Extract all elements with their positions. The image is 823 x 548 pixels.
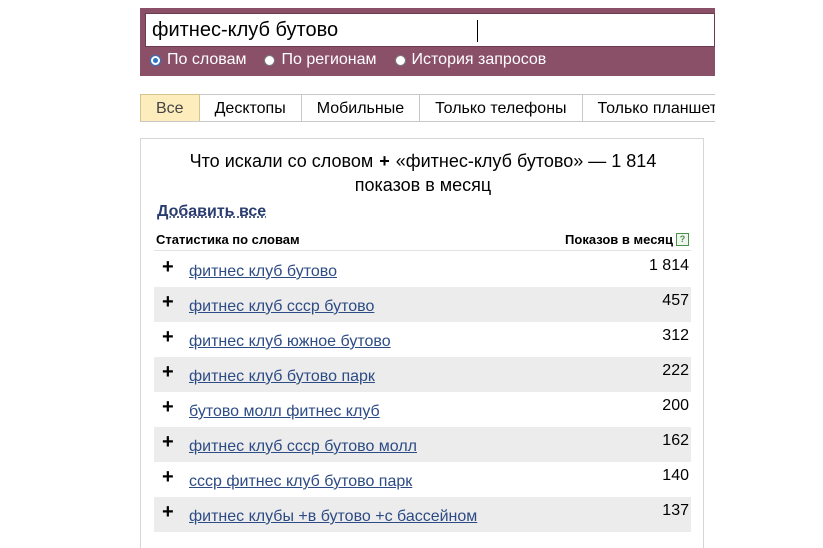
impressions-count: 200 <box>662 397 689 414</box>
headline-text-after: «фитнес-клуб бутово» — 1 814 <box>395 151 657 171</box>
headline-plus-icon: + <box>379 151 390 171</box>
phrase-link[interactable]: фитнес клуб бутово парк <box>189 368 375 386</box>
impressions-count: 137 <box>662 502 689 519</box>
column-header-shows-label: Показов в месяц <box>565 232 673 247</box>
phrase-link[interactable]: фитнес клуб ссср бутово молл <box>189 438 417 456</box>
phrase-link[interactable]: бутово молл фитнес клуб <box>189 403 380 421</box>
table-row: + ссср фитнес клуб бутово парк 140 <box>154 462 691 497</box>
impressions-count: 1 814 <box>648 257 689 274</box>
add-phrase-plus-icon[interactable]: + <box>162 361 174 384</box>
table-row: + фитнес клуб ссср бутово 457 <box>154 287 691 322</box>
table-row: + бутово молл фитнес клуб 200 <box>154 392 691 427</box>
phrase-link[interactable]: фитнес клуб бутово <box>189 263 337 281</box>
radio-by-words[interactable] <box>150 54 161 66</box>
impressions-count: 140 <box>662 467 689 484</box>
tab-tablets-only[interactable]: Только планшеты <box>582 94 715 121</box>
mode-history-label: История запросов <box>411 51 547 68</box>
table-row: + фитнес клуб южное бутово 312 <box>154 322 691 357</box>
table-row: + фитнес клуб ссср бутово молл 162 <box>154 427 691 462</box>
headline-line2: показов в месяц <box>354 175 492 195</box>
add-phrase-plus-icon[interactable]: + <box>162 466 174 489</box>
impressions-count: 222 <box>662 362 689 379</box>
headline-text-before: Что искали со словом <box>189 151 374 171</box>
results-headline: Что искали со словом + «фитнес-клуб бутово… <box>141 149 705 197</box>
impressions-count: 312 <box>662 327 689 344</box>
phrase-link[interactable]: ссср фитнес клуб бутово парк <box>189 473 412 491</box>
tab-desktops[interactable]: Десктопы <box>199 94 302 121</box>
add-all-link[interactable]: Добавить все <box>157 203 266 221</box>
header-divider <box>154 250 691 251</box>
radio-history[interactable] <box>394 54 406 66</box>
impressions-count: 162 <box>662 432 689 449</box>
phrase-link[interactable]: фитнес клуб ссср бутово <box>189 298 374 316</box>
tab-all[interactable]: Все <box>140 94 200 121</box>
add-phrase-plus-icon[interactable]: + <box>162 431 174 454</box>
add-phrase-plus-icon[interactable]: + <box>162 326 174 349</box>
phrase-link[interactable]: фитнес клуб южное бутово <box>189 333 391 351</box>
table-row: + фитнес клубы +в бутово +с бассейном 13… <box>154 497 691 532</box>
add-phrase-plus-icon[interactable]: + <box>162 501 174 524</box>
radio-by-regions[interactable] <box>264 54 276 66</box>
device-tabs: Все Десктопы Мобильные Только телефоны Т… <box>140 94 715 122</box>
impressions-count: 457 <box>662 292 689 309</box>
add-phrase-plus-icon[interactable]: + <box>162 291 174 314</box>
column-header-words: Статистика по словам <box>156 232 300 247</box>
tab-mobile[interactable]: Мобильные <box>301 94 421 121</box>
mode-by-regions-label: По регионам <box>281 51 377 68</box>
search-panel: По словам По регионам История запросов <box>140 8 715 76</box>
search-mode-group: По словам По регионам История запросов <box>150 49 564 71</box>
table-row: + фитнес клуб бутово парк 222 <box>154 357 691 392</box>
mode-by-regions[interactable]: По регионам <box>264 51 377 69</box>
help-icon[interactable]: ? <box>676 233 689 246</box>
results-panel: Что искали со словом + «фитнес-клуб бутово… <box>140 138 704 548</box>
column-header-shows: Показов в месяц ? <box>565 232 689 247</box>
search-input[interactable] <box>145 13 715 47</box>
results-table: + фитнес клуб бутово 1 814 + фитнес клуб… <box>154 252 691 532</box>
mode-history[interactable]: История запросов <box>394 51 547 69</box>
text-caret <box>477 20 478 42</box>
phrase-link[interactable]: фитнес клубы +в бутово +с бассейном <box>189 508 477 526</box>
mode-by-words[interactable]: По словам <box>150 51 246 69</box>
mode-by-words-label: По словам <box>167 51 247 68</box>
add-phrase-plus-icon[interactable]: + <box>162 396 174 419</box>
tab-phones-only[interactable]: Только телефоны <box>420 94 583 121</box>
add-phrase-plus-icon[interactable]: + <box>162 256 174 279</box>
table-row: + фитнес клуб бутово 1 814 <box>154 252 691 287</box>
